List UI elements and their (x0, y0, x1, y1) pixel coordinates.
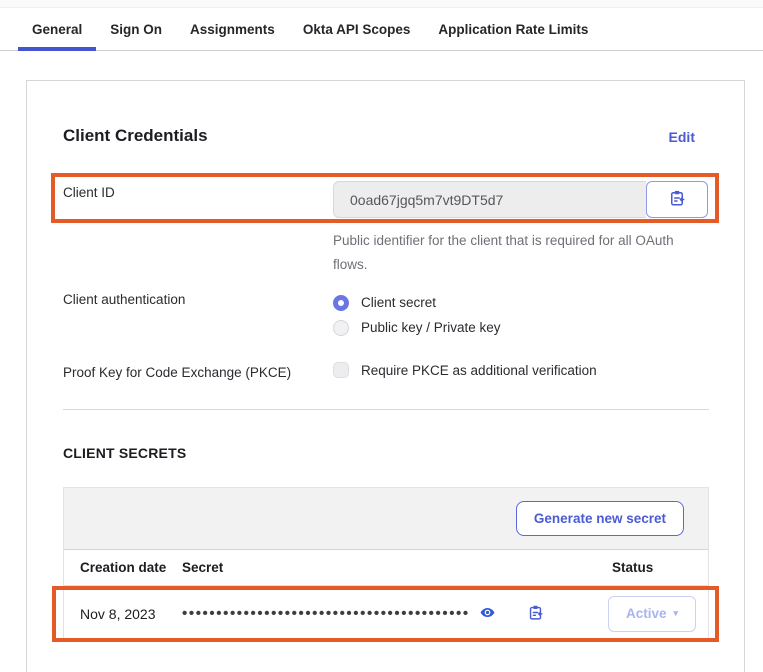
top-strip (0, 0, 763, 8)
secret-creation-date: Nov 8, 2023 (64, 606, 182, 622)
clipboard-icon (668, 189, 686, 210)
pkce-checkbox-label: Require PKCE as additional verification (361, 363, 597, 378)
generate-new-secret-button[interactable]: Generate new secret (516, 501, 684, 536)
client-id-label: Client ID (63, 185, 115, 200)
pkce-label: Proof Key for Code Exchange (PKCE) (63, 365, 291, 380)
secret-status-cell: Active ▾ (608, 596, 708, 632)
tab-general[interactable]: General (18, 8, 96, 51)
tab-okta-api-scopes[interactable]: Okta API Scopes (289, 8, 425, 51)
client-id-help-text: Public identifier for the client that is… (333, 229, 683, 277)
radio-selected-icon[interactable] (333, 295, 349, 311)
eye-icon (480, 605, 495, 623)
chevron-down-icon: ▾ (674, 608, 679, 619)
client-secrets-table: Generate new secret Creation date Secret… (63, 487, 709, 642)
copy-client-id-button[interactable] (646, 181, 708, 218)
column-header-status: Status (608, 560, 708, 575)
edit-link[interactable]: Edit (669, 129, 695, 145)
tab-assignments[interactable]: Assignments (176, 8, 289, 51)
section-divider (63, 409, 709, 410)
status-dropdown-button[interactable]: Active ▾ (608, 596, 696, 632)
secret-table-row: Nov 8, 2023 ••••••••••••••••••••••••••••… (64, 586, 708, 641)
client-credentials-title: Client Credentials (63, 126, 208, 146)
client-id-field-group (333, 181, 708, 218)
secret-cell: ••••••••••••••••••••••••••••••••••••••••… (182, 604, 608, 624)
radio-client-secret[interactable]: Client secret (333, 290, 501, 315)
pkce-checkbox-row[interactable]: Require PKCE as additional verification (333, 362, 597, 378)
tab-sign-on[interactable]: Sign On (96, 8, 176, 51)
radio-unselected-icon[interactable] (333, 320, 349, 336)
copy-secret-button[interactable] (527, 604, 544, 624)
checkbox-icon[interactable] (333, 362, 349, 378)
radio-client-secret-label: Client secret (361, 295, 436, 310)
column-header-creation-date: Creation date (64, 560, 182, 575)
general-settings-panel: Client Credentials Edit Client ID Public… (26, 80, 745, 672)
clipboard-icon (527, 604, 544, 624)
secrets-table-header: Creation date Secret Status (64, 550, 708, 586)
reveal-secret-button[interactable] (480, 605, 495, 623)
tab-bar: General Sign On Assignments Okta API Sco… (0, 8, 763, 51)
column-header-secret: Secret (182, 560, 608, 575)
radio-public-private-key[interactable]: Public key / Private key (333, 315, 501, 340)
client-id-input[interactable] (333, 181, 646, 218)
client-authentication-label: Client authentication (63, 292, 185, 307)
status-label: Active (626, 606, 667, 621)
secrets-table-toolbar: Generate new secret (64, 488, 708, 550)
client-secrets-title: CLIENT SECRETS (63, 445, 186, 461)
tab-application-rate-limits[interactable]: Application Rate Limits (424, 8, 602, 51)
masked-secret-value: ••••••••••••••••••••••••••••••••••••••••… (182, 609, 470, 619)
client-authentication-options: Client secret Public key / Private key (333, 290, 501, 340)
radio-public-private-key-label: Public key / Private key (361, 320, 501, 335)
